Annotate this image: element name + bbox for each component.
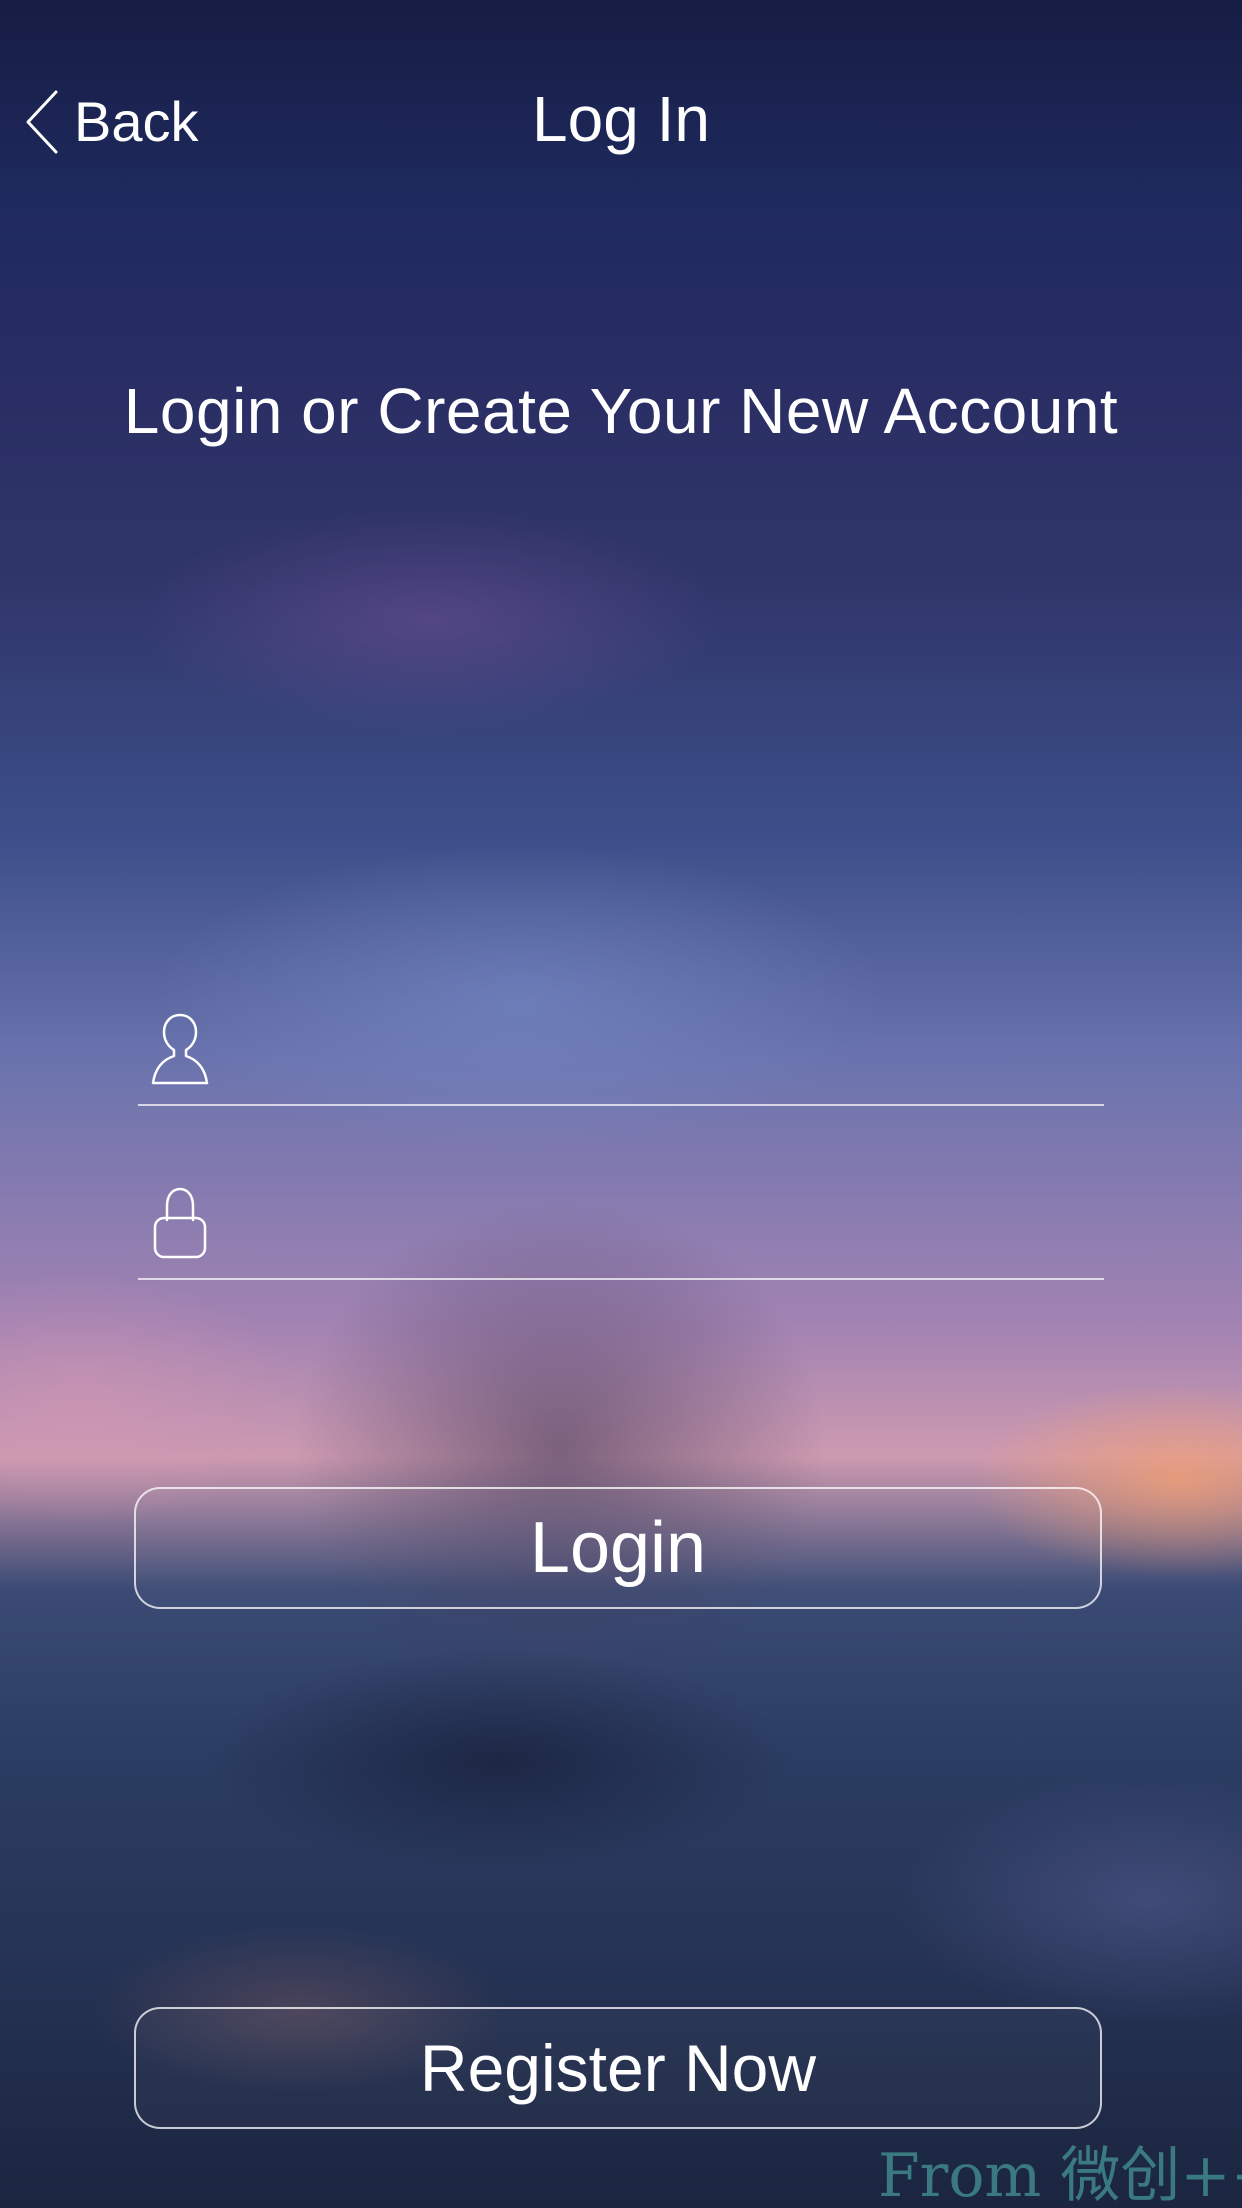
page-title: Log In: [532, 83, 710, 155]
lock-icon: [153, 1187, 207, 1259]
username-field[interactable]: [138, 994, 1104, 1106]
password-input[interactable]: [240, 1182, 1104, 1264]
register-button[interactable]: Register Now: [134, 2007, 1102, 2129]
headline: Login or Create Your New Account: [123, 375, 1119, 447]
watermark-text: From 微创++: [878, 2141, 1242, 2208]
username-input[interactable]: [240, 1008, 1104, 1090]
user-icon: [151, 1013, 209, 1085]
password-field[interactable]: [138, 1168, 1104, 1280]
login-button[interactable]: Login: [134, 1487, 1102, 1609]
